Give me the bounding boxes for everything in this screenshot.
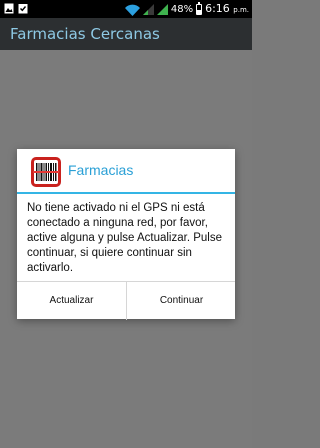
action-bar: Farmacias Cercanas [0,18,252,50]
signal-icon [142,4,154,15]
dialog-header: Farmacias [17,149,235,193]
barcode-app-icon [31,157,61,187]
continue-button[interactable]: Continuar [126,282,236,320]
clock-time: 6:16 [205,2,230,15]
clock-ampm: p.m. [233,6,249,14]
dialog-title: Farmacias [68,162,134,178]
wifi-icon [124,4,140,16]
signal-icon-2 [156,4,168,15]
app-title: Farmacias Cercanas [10,25,160,43]
status-bar: 48% 6:16 p.m. [0,0,252,18]
clock: 6:16 p.m. [205,2,249,17]
dialog-button-row: Actualizar Continuar [17,281,235,320]
battery-icon [196,2,203,15]
clipboard-icon [18,4,28,14]
dialog-title-divider [17,192,235,194]
dialog-message: No tiene activado ni el GPS ni está cone… [27,202,222,274]
alert-dialog: Farmacias No tiene activado ni el GPS ni… [17,149,235,320]
update-button[interactable]: Actualizar [17,282,126,320]
battery-percent: 48% [170,3,194,15]
image-icon [4,3,14,14]
